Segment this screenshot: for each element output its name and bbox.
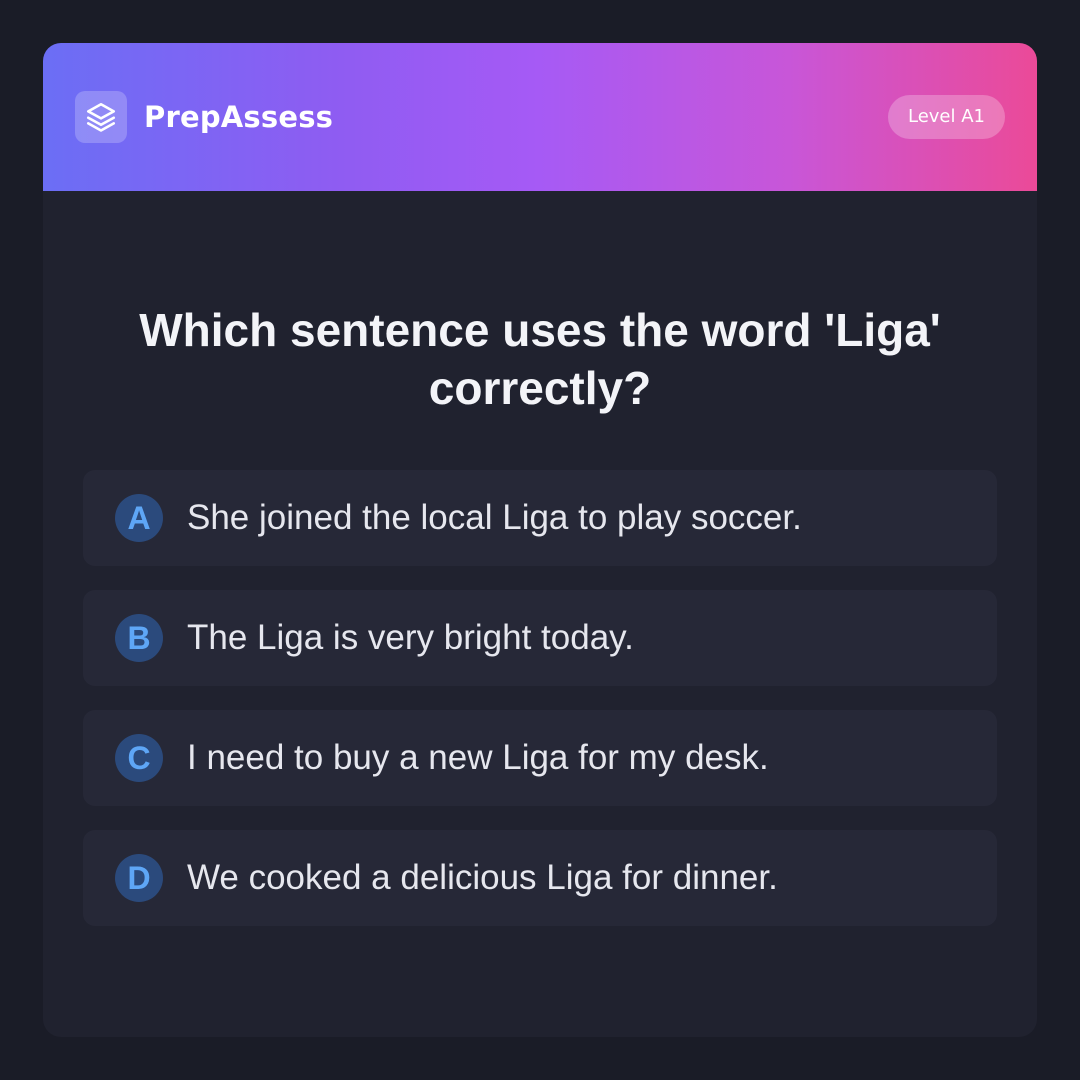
option-c[interactable]: C I need to buy a new Liga for my desk. — [83, 710, 997, 806]
option-d[interactable]: D We cooked a delicious Liga for dinner. — [83, 830, 997, 926]
option-text: We cooked a delicious Liga for dinner. — [187, 858, 778, 897]
answer-options: A She joined the local Liga to play socc… — [83, 470, 997, 950]
layers-icon — [75, 91, 127, 143]
header: PrepAssess Level A1 — [43, 43, 1037, 191]
option-letter: D — [115, 854, 163, 902]
option-letter: A — [115, 494, 163, 542]
option-text: She joined the local Liga to play soccer… — [187, 498, 802, 537]
option-letter: C — [115, 734, 163, 782]
option-text: The Liga is very bright today. — [187, 618, 634, 657]
question-text: Which sentence uses the word 'Liga' corr… — [139, 304, 941, 414]
option-a[interactable]: A She joined the local Liga to play socc… — [83, 470, 997, 566]
quiz-card: PrepAssess Level A1 Which sentence uses … — [43, 43, 1037, 1037]
option-text: I need to buy a new Liga for my desk. — [187, 738, 769, 777]
option-b[interactable]: B The Liga is very bright today. — [83, 590, 997, 686]
level-badge: Level A1 — [887, 95, 1005, 139]
app-name: PrepAssess — [144, 100, 334, 134]
option-letter: B — [115, 614, 163, 662]
brand: PrepAssess — [75, 91, 333, 143]
